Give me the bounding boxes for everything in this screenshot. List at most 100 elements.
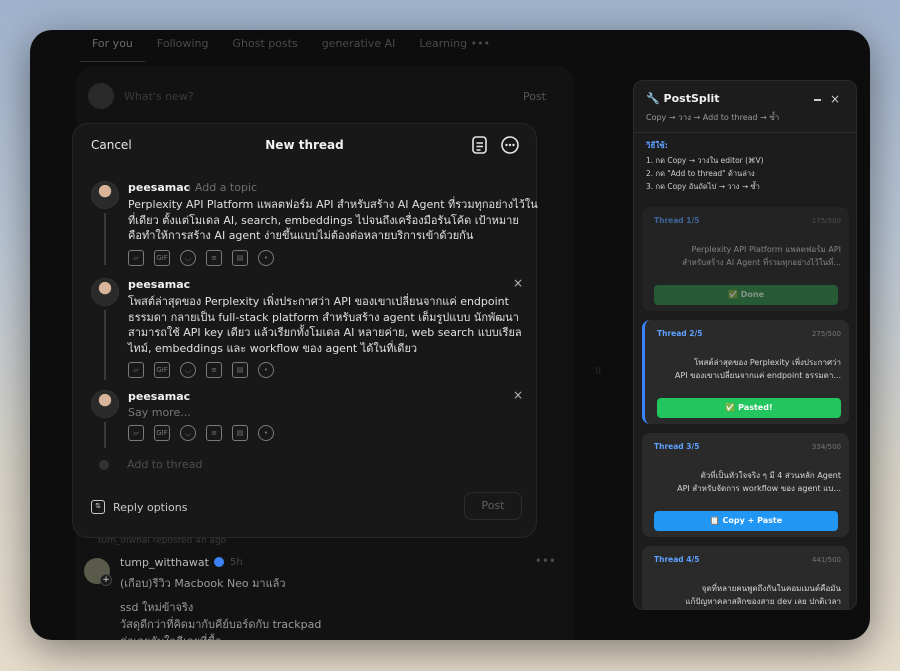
document-icon[interactable]: ▤	[232, 362, 248, 378]
post-text-line: Perplexity API Platform แพลตฟอร์ม API สำ…	[128, 198, 538, 211]
composer-placeholder[interactable]: What's new?	[124, 90, 523, 103]
instruction-step: 2. กด "Add to thread" ด้านล่าง	[646, 169, 755, 178]
more-options-icon[interactable]	[500, 135, 520, 155]
panel-subtitle: Copy → วาง → Add to thread → ซ้ำ	[646, 113, 780, 122]
instructions: วิธีใช้: 1. กด Copy → วางใน editor (⌘V) …	[646, 139, 846, 193]
card-preview: ตัวที่เป็นหัวใจจริง ๆ มี 4 ส่วนหลัก Agen…	[652, 469, 841, 495]
card-preview-line: โพสต์ล่าสุดของ Perplexity เพิ่งประกาศว่า	[693, 358, 841, 367]
drafts-icon[interactable]	[470, 135, 490, 155]
composer-post-button[interactable]: Post	[523, 90, 546, 103]
post-text-line: โพสต์ล่าสุดของ Perplexity เพิ่งประกาศว่า…	[128, 295, 509, 308]
poll-icon[interactable]: ≡	[206, 425, 222, 441]
feed-tabs: For you Following Ghost posts generative…	[80, 30, 502, 62]
card-preview-line: API ของเขาเปลี่ยนจากแค่ endpoint ธรรมดา.…	[674, 371, 841, 380]
reply-options-icon: ⇅	[91, 500, 105, 514]
poll-icon[interactable]: ≡	[206, 362, 222, 378]
tab-learning[interactable]: Learning •••	[407, 30, 502, 62]
thread-line	[104, 213, 106, 265]
modal-title: New thread	[265, 138, 344, 152]
panel-title: 🔧 PostSplit	[646, 92, 720, 105]
instruction-step: 3. กด Copy อันถัดไป → วาง → ซ้ำ	[646, 182, 760, 191]
post-text[interactable]: Perplexity API Platform แพลตฟอร์ม API สำ…	[128, 197, 538, 244]
tab-ghost-posts[interactable]: Ghost posts	[220, 30, 309, 62]
emoji-icon[interactable]: ◡	[180, 362, 196, 378]
post-toolbar: ▱ GIF ◡ ≡ ▤ •	[128, 250, 274, 266]
post-input-placeholder[interactable]: Say more...	[128, 406, 191, 419]
drag-handle-icon[interactable]: ⁝⁝	[595, 366, 609, 380]
tab-for-you[interactable]: For you	[80, 30, 145, 62]
avatar	[91, 278, 119, 306]
char-count: 175/500	[811, 217, 841, 225]
location-icon[interactable]: •	[258, 362, 274, 378]
composer-row[interactable]: What's new? Post	[88, 76, 558, 116]
location-icon[interactable]: •	[258, 425, 274, 441]
card-preview-line: API สำหรับจัดการ workflow ของ agent แบ..…	[677, 484, 841, 493]
instructions-title: วิธีใช้:	[646, 141, 668, 150]
add-to-thread-button[interactable]: Add to thread	[127, 458, 202, 471]
poll-icon[interactable]: ≡	[206, 250, 222, 266]
post-toolbar: ▱ GIF ◡ ≡ ▤ •	[128, 425, 274, 441]
post-button[interactable]: Post	[464, 492, 522, 520]
post-text-line: (เกือบ)รีวิว Macbook Neo มาแล้ว	[120, 577, 286, 590]
thread-card-2: Thread 2/5 275/500 โพสต์ล่าสุดของ Perple…	[642, 320, 849, 424]
card-label: Thread 2/5	[657, 329, 703, 338]
add-topic-button[interactable]: › Add a topic	[187, 181, 257, 194]
remove-post-icon[interactable]: ×	[513, 388, 523, 402]
add-topic-label: Add a topic	[194, 181, 258, 194]
post-text-line: ssd ใหม่ข้าจริง	[120, 601, 194, 614]
post-text-line: ธรรมดา กลายเป็น full-stack platform สำหร…	[128, 310, 519, 324]
card-preview-line: แก้ปัญหาคลาสสิกของสาย dev เลย ปกติเวลา	[685, 597, 841, 606]
post-text-line: ไทม์, embeddings และ workflow ของ agent …	[128, 341, 418, 355]
post-username: peesamac	[128, 390, 191, 403]
thread-card-3: Thread 3/5 334/500 ตัวที่เป็นหัวใจจริง ๆ…	[642, 433, 849, 537]
follow-plus-icon[interactable]: +	[100, 574, 112, 586]
copy-paste-button[interactable]: 📋 Copy + Paste	[654, 511, 838, 531]
post-toolbar: ▱ GIF ◡ ≡ ▤ •	[128, 362, 274, 378]
reply-options-button[interactable]: ⇅ Reply options	[91, 500, 187, 514]
divider	[634, 132, 856, 133]
image-icon[interactable]: ▱	[128, 250, 144, 266]
post-text[interactable]: โพสต์ล่าสุดของ Perplexity เพิ่งประกาศว่า…	[128, 294, 523, 356]
char-count: 275/500	[811, 330, 841, 338]
document-icon[interactable]: ▤	[232, 250, 248, 266]
done-button[interactable]: ✅ Done	[654, 285, 838, 305]
remove-post-icon[interactable]: ×	[513, 276, 523, 290]
card-preview: Perplexity API Platform แพลตฟอร์ม API สำ…	[652, 243, 841, 269]
card-label: Thread 4/5	[654, 555, 700, 564]
postsplit-panel: 🔧 PostSplit Copy → วาง → Add to thread →…	[633, 80, 857, 610]
gif-icon[interactable]: GIF	[154, 362, 170, 378]
char-count: 441/500	[811, 556, 841, 564]
gif-icon[interactable]: GIF	[154, 250, 170, 266]
char-count: 334/500	[811, 443, 841, 451]
thread-card-1: Thread 1/5 175/500 Perplexity API Platfo…	[642, 207, 849, 311]
thread-card-4: Thread 4/5 441/500 จุดที่หลายคนพูดถึงกัน…	[642, 546, 849, 609]
thread-post-3[interactable]: peesamac × Say more... ▱ GIF ◡ ≡ ▤ •	[91, 388, 523, 450]
image-icon[interactable]: ▱	[128, 362, 144, 378]
avatar	[91, 181, 119, 209]
thread-post-2[interactable]: peesamac × โพสต์ล่าสุดของ Perplexity เพิ…	[91, 276, 523, 383]
verified-icon	[214, 557, 224, 567]
minimize-icon[interactable]	[814, 99, 821, 101]
gif-icon[interactable]: GIF	[154, 425, 170, 441]
document-icon[interactable]: ▤	[232, 425, 248, 441]
avatar	[88, 83, 114, 109]
tab-following[interactable]: Following	[145, 30, 221, 62]
thread-line	[104, 310, 106, 380]
post-username[interactable]: tump_witthawat	[120, 556, 209, 569]
thread-line	[104, 422, 106, 448]
pasted-button[interactable]: ✅ Pasted!	[657, 398, 841, 418]
tab-generative-ai[interactable]: generative AI	[310, 30, 408, 62]
emoji-icon[interactable]: ◡	[180, 250, 196, 266]
post-text-line: ค่าเลยกับใจดีเลยที่ซื้อ	[120, 632, 221, 640]
location-icon[interactable]: •	[258, 250, 274, 266]
close-icon[interactable]: ×	[830, 92, 840, 106]
image-icon[interactable]: ▱	[128, 425, 144, 441]
avatar	[99, 460, 109, 470]
instruction-step: 1. กด Copy → วางใน editor (⌘V)	[646, 156, 764, 165]
thread-post-1[interactable]: peesamac › Add a topic Perplexity API Pl…	[91, 181, 538, 271]
post-text-line: ที่เดียว ตั้งแต่โมเดล AI, search, embedd…	[128, 213, 519, 227]
card-preview: จุดที่หลายคนพูดถึงกันในคอมเมนต์คือมัน แก…	[652, 582, 841, 608]
more-icon[interactable]: •••	[535, 554, 556, 568]
reply-options-label: Reply options	[113, 500, 188, 514]
emoji-icon[interactable]: ◡	[180, 425, 196, 441]
